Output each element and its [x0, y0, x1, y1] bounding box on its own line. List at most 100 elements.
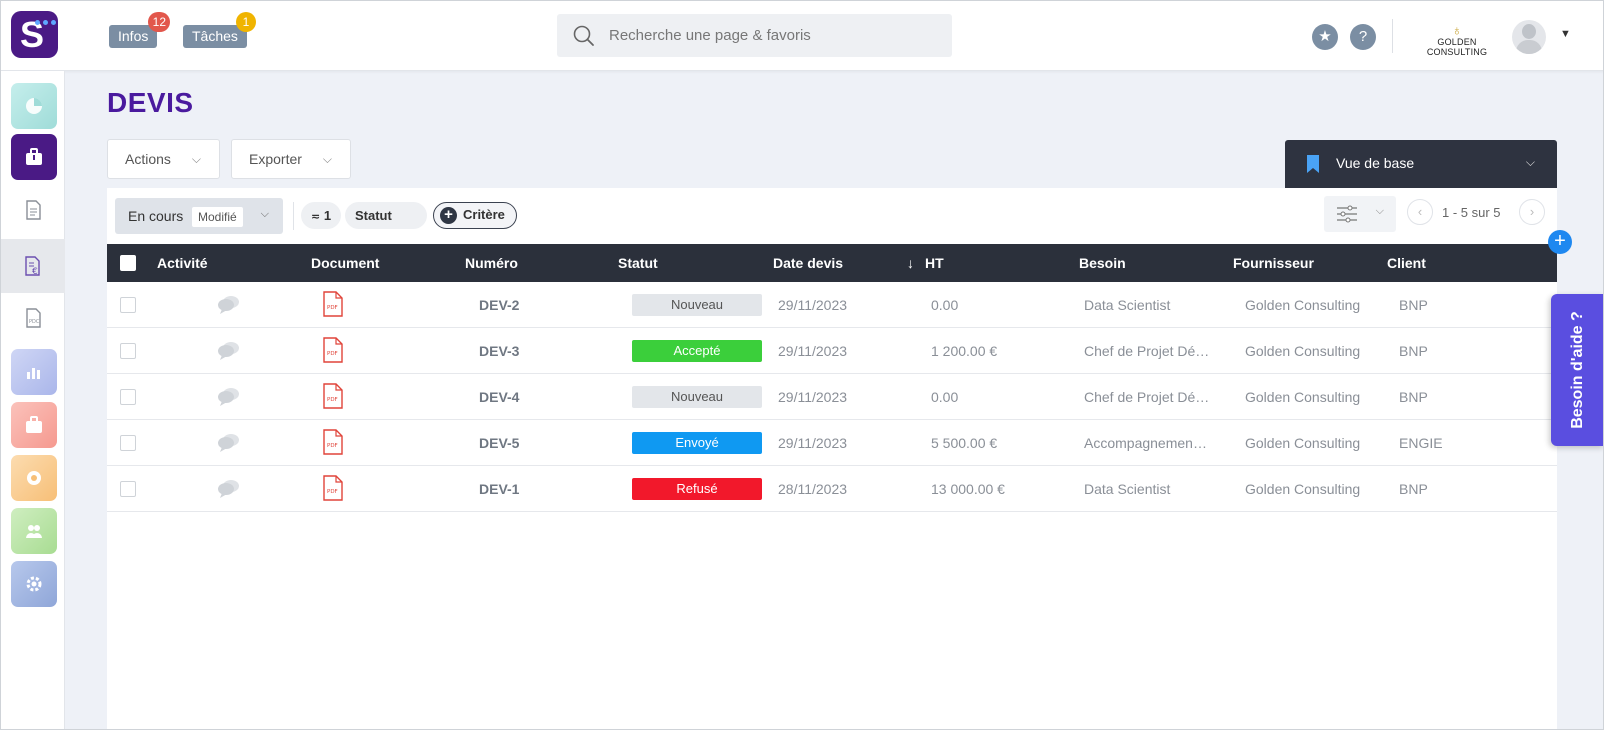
- sort-desc-icon[interactable]: ↓: [907, 255, 914, 271]
- cell-numero[interactable]: DEV-1: [479, 481, 519, 497]
- star-icon[interactable]: ★: [1312, 24, 1338, 50]
- pdf-icon[interactable]: PDF: [322, 429, 344, 458]
- filter-count-pill[interactable]: ≂ 1: [301, 202, 341, 229]
- sidebar-item-missions[interactable]: [11, 402, 57, 448]
- table-row[interactable]: PDF DEV-4 Nouveau 29/11/2023 0.00 Chef de Pro…: [107, 374, 1557, 420]
- settings-sliders-icon: [1337, 205, 1357, 223]
- pdf-icon[interactable]: PDF: [322, 383, 344, 412]
- bar-chart-icon: [27, 368, 40, 379]
- sidebar-item-devis[interactable]: €: [1, 239, 65, 293]
- col-statut[interactable]: Statut: [618, 255, 658, 271]
- filter-bar: En cours Modifié ⌵ ≂ 1 Statut + Critère: [107, 188, 1557, 244]
- svg-text:PDF: PDF: [327, 351, 338, 357]
- company-name: GOLDEN CONSULTING: [1426, 37, 1488, 57]
- add-devis-button[interactable]: +: [1548, 230, 1572, 254]
- chat-icon[interactable]: [217, 478, 241, 503]
- cell-client: ENGIE: [1399, 435, 1443, 451]
- avatar[interactable]: [1512, 20, 1546, 54]
- svg-text:PDF: PDF: [327, 397, 338, 403]
- taches-button[interactable]: Tâches 1: [183, 12, 256, 48]
- sidebar-item-pdc[interactable]: PDC: [1, 291, 65, 345]
- col-ht[interactable]: HT: [925, 255, 944, 271]
- sidebar-item-commercial[interactable]: [11, 134, 57, 180]
- sidebar-item-dashboard[interactable]: [11, 83, 57, 129]
- chat-icon[interactable]: [217, 294, 241, 319]
- next-page-button[interactable]: ›: [1519, 199, 1545, 225]
- exporter-dropdown[interactable]: Exporter ⌵: [231, 139, 351, 179]
- table-row[interactable]: PDF DEV-1 Refusé 28/11/2023 13 000.00 € Data …: [107, 466, 1557, 512]
- pdf-icon[interactable]: PDF: [322, 337, 344, 366]
- status-badge: Nouveau: [632, 386, 762, 408]
- help-tab[interactable]: Besoin d'aide ?: [1551, 294, 1603, 446]
- status-badge: Envoyé: [632, 432, 762, 454]
- taches-label: Tâches: [192, 28, 238, 44]
- actions-dropdown[interactable]: Actions ⌵: [107, 139, 220, 179]
- pdf-icon[interactable]: PDF: [322, 475, 344, 504]
- divider: [293, 202, 294, 230]
- app-logo[interactable]: S: [11, 11, 58, 58]
- row-checkbox[interactable]: [120, 343, 136, 359]
- users-icon: [26, 525, 42, 538]
- col-besoin[interactable]: Besoin: [1079, 255, 1126, 271]
- row-checkbox[interactable]: [120, 389, 136, 405]
- cell-date: 28/11/2023: [778, 481, 848, 497]
- pdf-icon[interactable]: PDF: [322, 291, 344, 320]
- devis-panel: En cours Modifié ⌵ ≂ 1 Statut + Critère: [107, 188, 1557, 729]
- add-criterion-button[interactable]: + Critère: [433, 202, 517, 229]
- svg-text:€: €: [32, 267, 38, 277]
- cell-numero[interactable]: DEV-3: [479, 343, 519, 359]
- view-selector[interactable]: Vue de base ⌵: [1285, 140, 1557, 188]
- sidebar-item-finance[interactable]: [11, 455, 57, 501]
- status-filter-pill[interactable]: Statut: [345, 202, 427, 229]
- row-checkbox[interactable]: [120, 435, 136, 451]
- cell-numero[interactable]: DEV-4: [479, 389, 519, 405]
- taches-count-badge: 1: [235, 12, 256, 32]
- sidebar-item-documents[interactable]: [1, 183, 65, 237]
- chat-icon[interactable]: [217, 432, 241, 457]
- cell-client: BNP: [1399, 297, 1428, 313]
- company-mark-icon: ♁: [1451, 22, 1463, 38]
- cell-fournisseur: Golden Consulting: [1245, 389, 1361, 405]
- cell-date: 29/11/2023: [778, 297, 848, 313]
- table-row[interactable]: PDF DEV-3 Accepté 29/11/2023 1 200.00 € Chef …: [107, 328, 1557, 374]
- col-numero[interactable]: Numéro: [465, 255, 518, 271]
- status-badge: Accepté: [632, 340, 762, 362]
- col-date-devis[interactable]: Date devis: [773, 255, 843, 271]
- col-document[interactable]: Document: [311, 255, 379, 271]
- help-icon[interactable]: ?: [1350, 24, 1376, 50]
- cell-besoin: Chef de Projet Dé…: [1084, 389, 1210, 405]
- col-activite[interactable]: Activité: [157, 255, 208, 271]
- sidebar-item-reports[interactable]: [11, 349, 57, 395]
- divider: [1392, 19, 1393, 53]
- table-row[interactable]: PDF DEV-2 Nouveau 29/11/2023 0.00 Data Scient…: [107, 282, 1557, 328]
- cell-besoin: Chef de Projet Dé…: [1084, 343, 1210, 359]
- user-menu-caret-icon[interactable]: ▼: [1560, 28, 1571, 40]
- col-client[interactable]: Client: [1387, 255, 1426, 271]
- chat-icon[interactable]: [217, 386, 241, 411]
- chat-icon[interactable]: [217, 340, 241, 365]
- table-row[interactable]: PDF DEV-5 Envoyé 29/11/2023 5 500.00 € Accomp…: [107, 420, 1557, 466]
- search-input[interactable]: [609, 14, 939, 57]
- chevron-down-icon: ⌵: [1525, 155, 1535, 169]
- cell-numero[interactable]: DEV-5: [479, 435, 519, 451]
- cell-client: BNP: [1399, 389, 1428, 405]
- row-checkbox[interactable]: [120, 481, 136, 497]
- cell-numero[interactable]: DEV-2: [479, 297, 519, 313]
- coin-icon: [27, 471, 41, 485]
- column-settings-button[interactable]: ⌵: [1324, 196, 1396, 232]
- cell-client: BNP: [1399, 343, 1428, 359]
- select-all-checkbox[interactable]: [120, 255, 136, 271]
- cell-fournisseur: Golden Consulting: [1245, 297, 1361, 313]
- cell-ht: 5 500.00 €: [931, 435, 998, 451]
- sidebar-item-team[interactable]: [11, 508, 57, 554]
- infos-button[interactable]: Infos 12: [109, 12, 171, 48]
- state-tag: Modifié: [192, 207, 243, 227]
- svg-text:PDF: PDF: [327, 443, 338, 449]
- state-filter[interactable]: En cours Modifié ⌵: [115, 198, 283, 234]
- col-fournisseur[interactable]: Fournisseur: [1233, 255, 1314, 271]
- sidebar-item-settings[interactable]: [11, 561, 57, 607]
- prev-page-button[interactable]: ‹: [1407, 199, 1433, 225]
- file-icon: PDC: [26, 308, 41, 328]
- cell-date: 29/11/2023: [778, 435, 848, 451]
- row-checkbox[interactable]: [120, 297, 136, 313]
